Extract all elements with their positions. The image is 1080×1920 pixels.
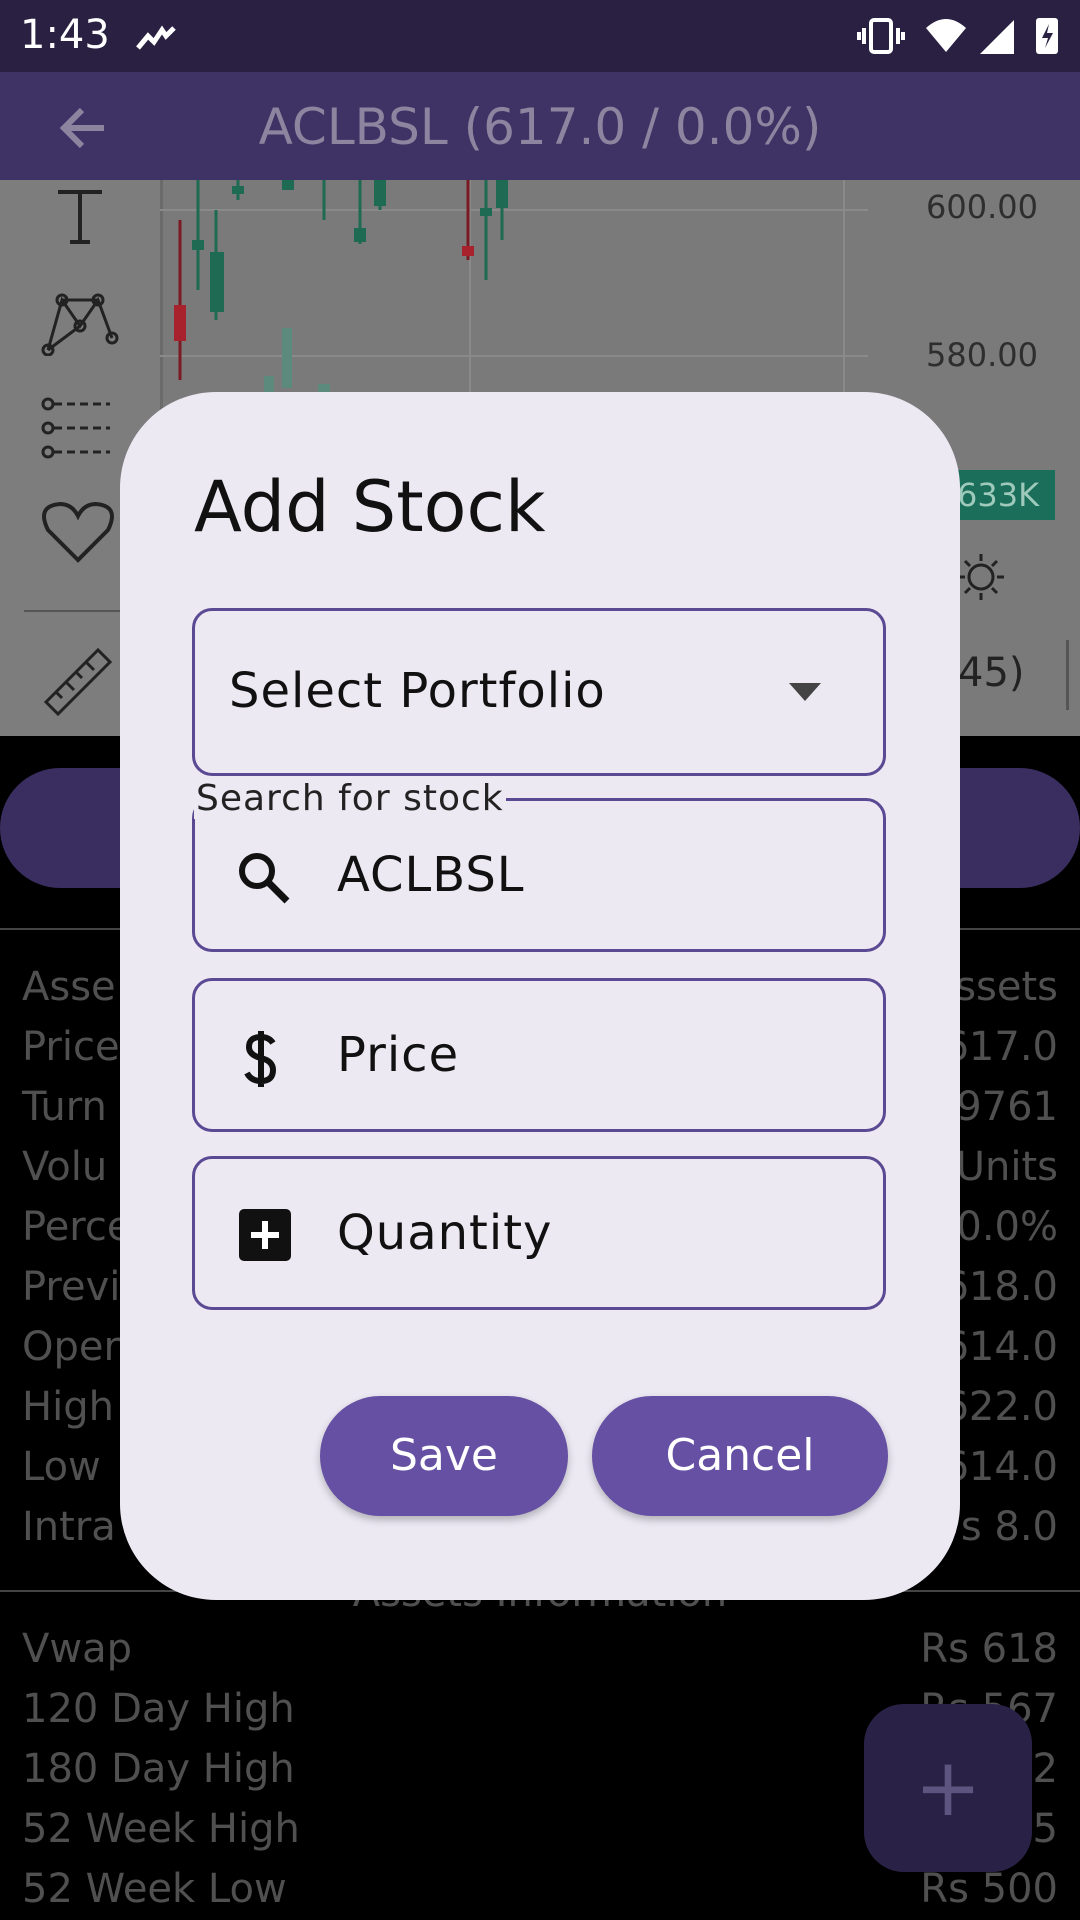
pattern-tool-icon[interactable] [40,286,120,356]
vibrate-icon [857,18,905,54]
price-input[interactable]: Price [337,1027,459,1083]
info-label: Asse [22,964,116,1010]
info-value: Rs 618 [920,1626,1058,1672]
info-value: ssets [955,964,1058,1010]
save-button[interactable]: Save [320,1396,568,1516]
info-value: 5 [1032,1806,1058,1852]
battery-icon [1036,18,1058,54]
quantity-input[interactable]: Quantity [337,1205,552,1261]
wifi-icon [926,19,966,52]
portfolio-select[interactable]: Select Portfolio [192,608,886,776]
info-value: Units [955,1144,1058,1190]
dollar-icon [244,1031,277,1087]
cancel-button[interactable]: Cancel [592,1396,888,1516]
axis-label: 600.00 [926,188,1038,226]
info-value: 0.0% [956,1204,1058,1250]
dropdown-arrow-icon [789,683,821,701]
search-icon [239,853,290,904]
dialog-title: Add Stock [194,466,546,548]
info-label: Volu [22,1144,108,1190]
info-value: 614.0 [943,1444,1058,1490]
info-value: Rs 500 [920,1866,1058,1912]
price-field[interactable]: Price [192,978,886,1132]
search-field-label: Search for stock [194,778,506,819]
info-value: 614.0 [943,1324,1058,1370]
info-value: 2 [1032,1746,1058,1792]
info-label: 120 Day High [22,1686,295,1732]
info-label: Perce [22,1204,132,1250]
volume-badge: 633K [945,470,1055,520]
favorite-heart-icon[interactable] [40,498,116,564]
portfolio-select-value: Select Portfolio [229,663,606,719]
toolbar-divider [24,610,134,612]
text-tool-icon[interactable] [52,186,108,246]
info-value: 622.0 [943,1384,1058,1430]
partial-label: 45) [958,650,1025,696]
stock-search-field[interactable]: ACLBSL [192,798,886,952]
info-label: Low [22,1444,101,1490]
quantity-field[interactable]: Quantity [192,1156,886,1310]
axis-divider [1066,640,1069,710]
chart-notification-icon [136,25,176,50]
page-title: ACLBSL (617.0 / 0.0%) [258,98,822,156]
info-value: 617.0 [943,1024,1058,1070]
info-label: Vwap [22,1626,132,1672]
add-fab-button[interactable]: + [864,1704,1032,1872]
info-label: 180 Day High [22,1746,295,1792]
app-bar: ACLBSL (617.0 / 0.0%) [0,72,1080,180]
status-time: 1:43 [20,12,110,58]
info-label: Price [22,1024,120,1070]
info-label: 52 Week High [22,1806,300,1852]
info-label: Previ [22,1264,121,1310]
info-value: 618.0 [943,1264,1058,1310]
plus-icon: + [914,1741,982,1834]
axis-label: 580.00 [926,336,1038,374]
info-value: s 8.0 [960,1504,1058,1550]
signal-icon [980,20,1014,54]
search-input[interactable]: ACLBSL [337,847,525,903]
info-label: Intra [22,1504,116,1550]
add-box-icon [239,1209,291,1261]
info-label: 52 Week Low [22,1866,287,1912]
info-label: Oper [22,1324,120,1370]
brightness-icon[interactable] [956,552,1006,602]
status-bar: 1:43 [0,0,1080,72]
info-label: High [22,1384,114,1430]
fib-tool-icon[interactable] [40,396,112,460]
add-stock-dialog: Add Stock Select Portfolio ACLBSL Search… [120,392,960,1600]
ruler-icon[interactable] [40,644,116,720]
info-label: Turn [22,1084,107,1130]
